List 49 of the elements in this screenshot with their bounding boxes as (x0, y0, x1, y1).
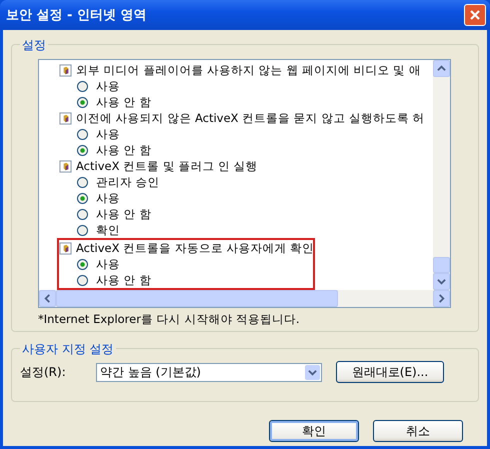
close-button[interactable] (464, 4, 486, 26)
group-label: 설정 (20, 37, 48, 54)
radio-option[interactable]: 사용 안 함 (59, 272, 313, 288)
radio-button[interactable] (77, 192, 88, 204)
chevron-down-icon (308, 368, 317, 376)
radio-button[interactable] (77, 96, 88, 108)
reset-button[interactable]: 원래대로(E)... (336, 361, 444, 383)
radio-option[interactable]: 확인 (59, 222, 313, 238)
settings-page-icon (59, 64, 72, 76)
restart-note: *Internet Explorer를 다시 시작해야 적용됩니다. (38, 312, 301, 327)
level-dropdown[interactable]: 약간 높음 (기본값) (96, 362, 322, 382)
dialog-button[interactable]: 확인 (269, 420, 359, 442)
radio-button[interactable] (77, 144, 88, 156)
dropdown-button[interactable] (305, 364, 320, 380)
close-icon (469, 9, 481, 21)
radio-button[interactable] (77, 258, 88, 270)
scroll-left-button[interactable] (39, 290, 56, 307)
setting-name: ActiveX 컨트롤을 자동으로 사용자에게 확인 (76, 240, 314, 256)
settings-page-icon (59, 160, 72, 172)
dialog-button[interactable]: 취소 (373, 420, 463, 442)
radio-option[interactable]: 사용 안 함 (59, 94, 313, 110)
setting-name: ActiveX 컨트롤 및 플러그 인 실행 (76, 158, 258, 174)
radio-button[interactable] (77, 128, 88, 140)
radio-button[interactable] (77, 208, 88, 220)
radio-option[interactable]: 사용 (59, 78, 313, 94)
group-label: 사용자 지정 설정 (20, 341, 116, 358)
scroll-thumb[interactable] (433, 257, 450, 273)
radio-option[interactable]: 관리자 승인 (59, 174, 313, 190)
window-title: 보안 설정 - 인터넷 영역 (6, 7, 146, 24)
radio-option[interactable]: 사용 안 함 (59, 142, 313, 158)
radio-option[interactable]: 사용 (59, 126, 313, 142)
setting-name: 이전에 사용되지 않은 ActiveX 컨트롤을 묻지 않고 실행하도록 허 (76, 110, 425, 126)
settings-page-icon (59, 242, 72, 254)
scroll-right-button[interactable] (433, 290, 450, 307)
radio-option[interactable]: 사용 (59, 256, 313, 272)
radio-button[interactable] (77, 176, 88, 188)
radio-option[interactable]: 사용 (59, 190, 313, 206)
radio-button[interactable] (77, 80, 88, 92)
field-label: 설정(R): (20, 364, 67, 380)
radio-button[interactable] (77, 274, 88, 286)
vertical-scrollbar[interactable] (433, 60, 450, 290)
setting-name: 외부 미디어 플레이어를 사용하지 않는 웹 페이지에 비디오 및 애 (76, 62, 421, 78)
radio-option[interactable]: 사용 안 함 (59, 206, 313, 222)
scroll-down-button[interactable] (433, 273, 450, 290)
scroll-up-button[interactable] (433, 60, 450, 77)
radio-button[interactable] (77, 224, 88, 236)
horizontal-scrollbar[interactable] (39, 290, 450, 307)
settings-page-icon (59, 112, 72, 124)
scroll-thumb[interactable] (56, 290, 338, 307)
